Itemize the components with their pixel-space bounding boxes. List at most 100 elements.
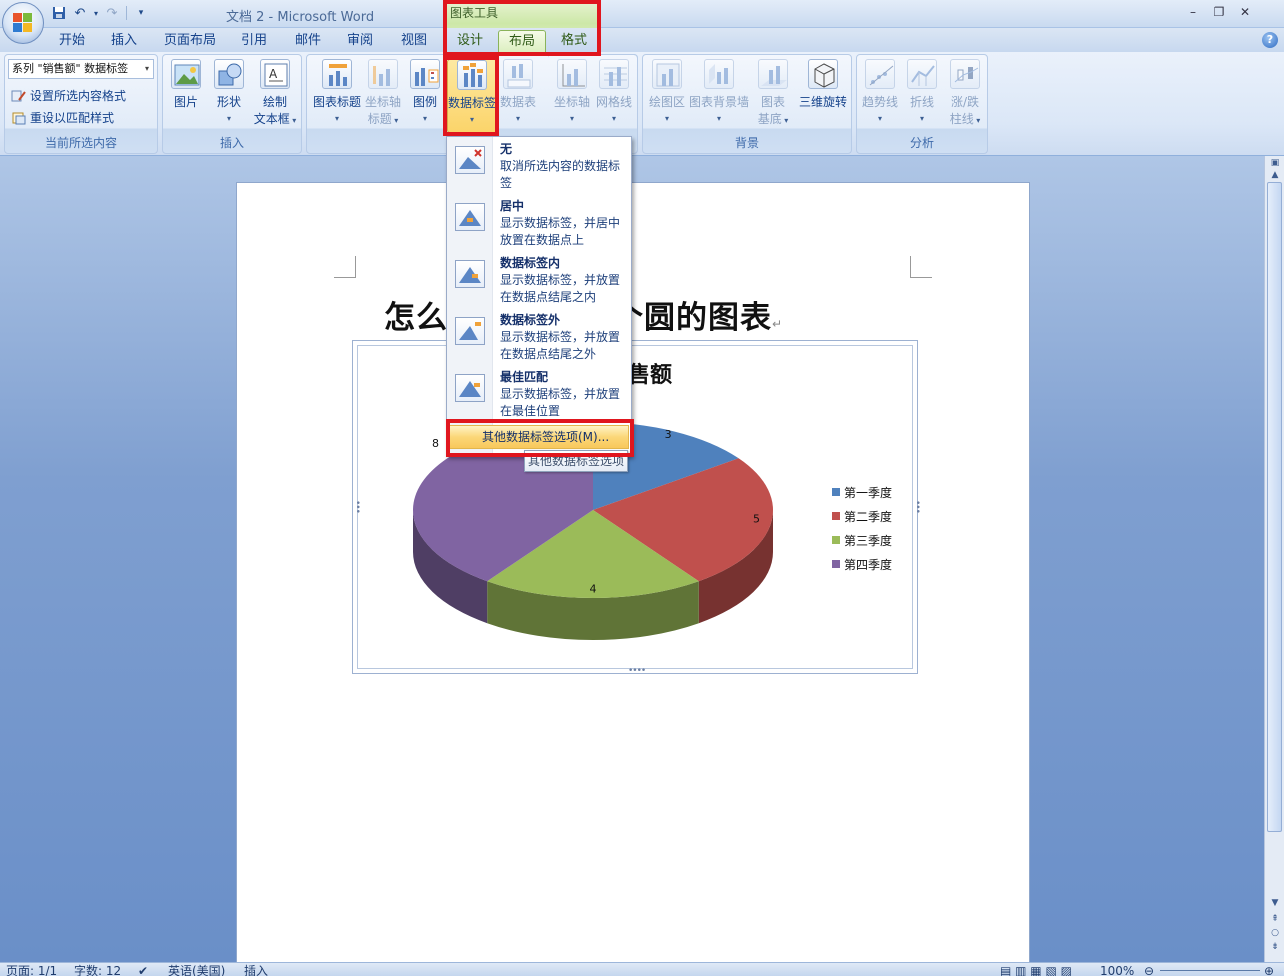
legend-label: 第一季度 [844, 485, 893, 500]
3d-rotation-button[interactable]: 三维旋转 [797, 59, 849, 110]
legend-icon [410, 59, 440, 89]
crop-mark [334, 256, 356, 278]
tab-home[interactable]: 开始 [50, 30, 94, 52]
chart-floor-label-2: 基底 [757, 112, 782, 126]
data-label[interactable]: 5 [753, 513, 760, 526]
format-selection-label: 设置所选内容格式 [30, 89, 127, 103]
menu-item-none[interactable]: 无 取消所选内容的数据标签 [447, 137, 633, 194]
heading-text-left: 怎么 [384, 300, 448, 336]
page-count[interactable]: 页面: 1/1 [6, 964, 57, 976]
zoom-slider[interactable] [1160, 970, 1260, 971]
svg-text:A: A [269, 67, 278, 81]
legend-swatch [832, 560, 840, 568]
group-analysis: 趋势线 ▾ 折线 ▾ 涨/跌 柱线 ▾ 分析 [856, 54, 988, 154]
quick-access-toolbar: ↶ ▾ ↷ ▾ [50, 4, 150, 22]
legend-swatch [832, 488, 840, 496]
tab-insert[interactable]: 插入 [102, 30, 146, 52]
tab-mailings[interactable]: 邮件 [286, 30, 330, 52]
data-label[interactable]: 4 [590, 582, 597, 595]
menu-item-inside-end[interactable]: 数据标签内 显示数据标签，并放置在数据点结尾之内 [447, 251, 633, 308]
axes-button[interactable]: 坐标轴 ▾ [552, 59, 592, 124]
chart-legend[interactable]: 第一季度第二季度 第三季度第四季度 [832, 480, 892, 576]
axis-titles-button[interactable]: 坐标轴 标题 ▾ [363, 59, 403, 127]
ruler-toggle-icon[interactable]: ▣ [1268, 158, 1282, 170]
format-selection-button[interactable]: 设置所选内容格式 [11, 87, 126, 104]
highlight-box-data-labels [443, 56, 499, 136]
menu-item-center[interactable]: 居中 显示数据标签，并居中放置在数据点上 [447, 194, 633, 251]
data-label-none-icon [455, 146, 485, 174]
view-buttons[interactable]: ▤ ▥ ▦ ▧ ▨ [1000, 964, 1072, 976]
legend-label: 第四季度 [844, 557, 893, 572]
minimize-button[interactable]: – [1180, 2, 1206, 22]
menu-item-description: 显示数据标签，并放置在数据点结尾之外 [500, 330, 621, 361]
data-table-button[interactable]: 数据表 ▾ [499, 59, 537, 124]
gridlines-button[interactable]: 网格线 ▾ [594, 59, 634, 124]
window-title: 文档 2 - Microsoft Word [226, 10, 375, 25]
plot-area-button[interactable]: 绘图区 ▾ [647, 59, 687, 124]
scroll-up-icon[interactable]: ▲ [1268, 170, 1282, 182]
redo-icon[interactable]: ↷ [103, 4, 121, 22]
data-label[interactable]: 8 [432, 437, 439, 450]
menu-item-outside-end[interactable]: 数据标签外 显示数据标签，并放置在数据点结尾之外 [447, 308, 633, 365]
chart-elements-combo[interactable]: 系列 "销售额" 数据标签 ▾ [8, 59, 154, 79]
legend-entry[interactable]: 第一季度 [832, 480, 892, 504]
vertical-scrollbar[interactable]: ▣ ▲ ▼ ⇞ ○ ⇟ [1264, 156, 1284, 962]
chart-floor-label-1: 图表 [760, 95, 785, 109]
browse-object-icon[interactable]: ○ [1268, 928, 1282, 940]
next-page-icon[interactable]: ⇟ [1268, 942, 1282, 954]
legend-button[interactable]: 图例 ▾ [407, 59, 443, 124]
undo-dropdown-icon[interactable]: ▾ [92, 4, 100, 22]
scroll-thumb[interactable] [1267, 182, 1282, 832]
updown-bars-label-2: 柱线 [949, 112, 974, 126]
zoom-out-icon[interactable]: ⊖ [1144, 964, 1154, 976]
trendline-label: 趋势线 [861, 95, 898, 109]
tab-view[interactable]: 视图 [392, 30, 436, 52]
scroll-down-icon[interactable]: ▼ [1268, 898, 1282, 910]
chart-wall-button[interactable]: 图表背景墙 ▾ [689, 59, 749, 124]
word-count[interactable]: 字数: 12 [74, 964, 121, 976]
office-logo-icon [13, 13, 33, 33]
axes-label: 坐标轴 [553, 95, 590, 109]
previous-page-icon[interactable]: ⇞ [1268, 914, 1282, 926]
chart-wall-icon [704, 59, 734, 89]
close-button[interactable]: ✕ [1232, 2, 1258, 22]
tab-page-layout[interactable]: 页面布局 [158, 30, 222, 52]
draw-textbox-button[interactable]: A 绘制 文本框 ▾ [251, 59, 299, 127]
office-button[interactable] [2, 2, 44, 44]
resize-handle-icon[interactable]: ••• [352, 500, 362, 513]
ribbon: 系列 "销售额" 数据标签 ▾ 设置所选内容格式 重设以匹配样式 当前所选内容 … [0, 52, 1284, 156]
legend-entry[interactable]: 第四季度 [832, 552, 892, 576]
reset-style-label: 重设以匹配样式 [30, 111, 115, 125]
crop-mark [910, 256, 932, 278]
legend-entry[interactable]: 第二季度 [832, 504, 892, 528]
save-icon[interactable] [50, 4, 68, 22]
shapes-label: 形状 [216, 95, 241, 109]
chart-floor-button[interactable]: 图表 基底 ▾ [753, 59, 793, 127]
restore-button[interactable]: ❐ [1206, 2, 1232, 22]
resize-handle-icon[interactable]: •••• [628, 666, 646, 676]
menu-item-description: 显示数据标签，并放置在数据点结尾之内 [500, 273, 621, 304]
insert-shapes-button[interactable]: 形状 ▾ [209, 59, 249, 124]
chart-title-button[interactable]: 图表标题 ▾ [311, 59, 363, 124]
help-icon[interactable]: ? [1262, 32, 1278, 48]
legend-entry[interactable]: 第三季度 [832, 528, 892, 552]
chart-title[interactable]: 售额 [628, 357, 672, 389]
customize-qat-icon[interactable]: ▾ [132, 4, 150, 22]
title-bar: ↶ ▾ ↷ ▾ 文档 2 - Microsoft Word – ❐ ✕ [0, 0, 1284, 28]
insert-mode[interactable]: 插入 [244, 964, 268, 976]
proofing-icon[interactable]: ✔ [138, 964, 148, 976]
trendline-button[interactable]: 趋势线 ▾ [861, 59, 899, 124]
menu-item-best-fit[interactable]: 最佳匹配 显示数据标签，并放置在最佳位置 [447, 365, 633, 422]
lines-button[interactable]: 折线 ▾ [903, 59, 941, 124]
tab-references[interactable]: 引用 [232, 30, 276, 52]
resize-handle-icon[interactable]: ••• [912, 500, 922, 513]
insert-picture-button[interactable]: 图片 [167, 59, 205, 110]
zoom-level[interactable]: 100% [1100, 964, 1134, 976]
zoom-in-icon[interactable]: ⊕ [1264, 964, 1274, 976]
data-label[interactable]: 3 [665, 428, 672, 441]
tab-review[interactable]: 审阅 [338, 30, 382, 52]
undo-icon[interactable]: ↶ [71, 4, 89, 22]
reset-to-match-style-button[interactable]: 重设以匹配样式 [11, 109, 114, 126]
language[interactable]: 英语(美国) [168, 964, 225, 976]
updown-bars-button[interactable]: 涨/跌 柱线 ▾ [945, 59, 985, 127]
